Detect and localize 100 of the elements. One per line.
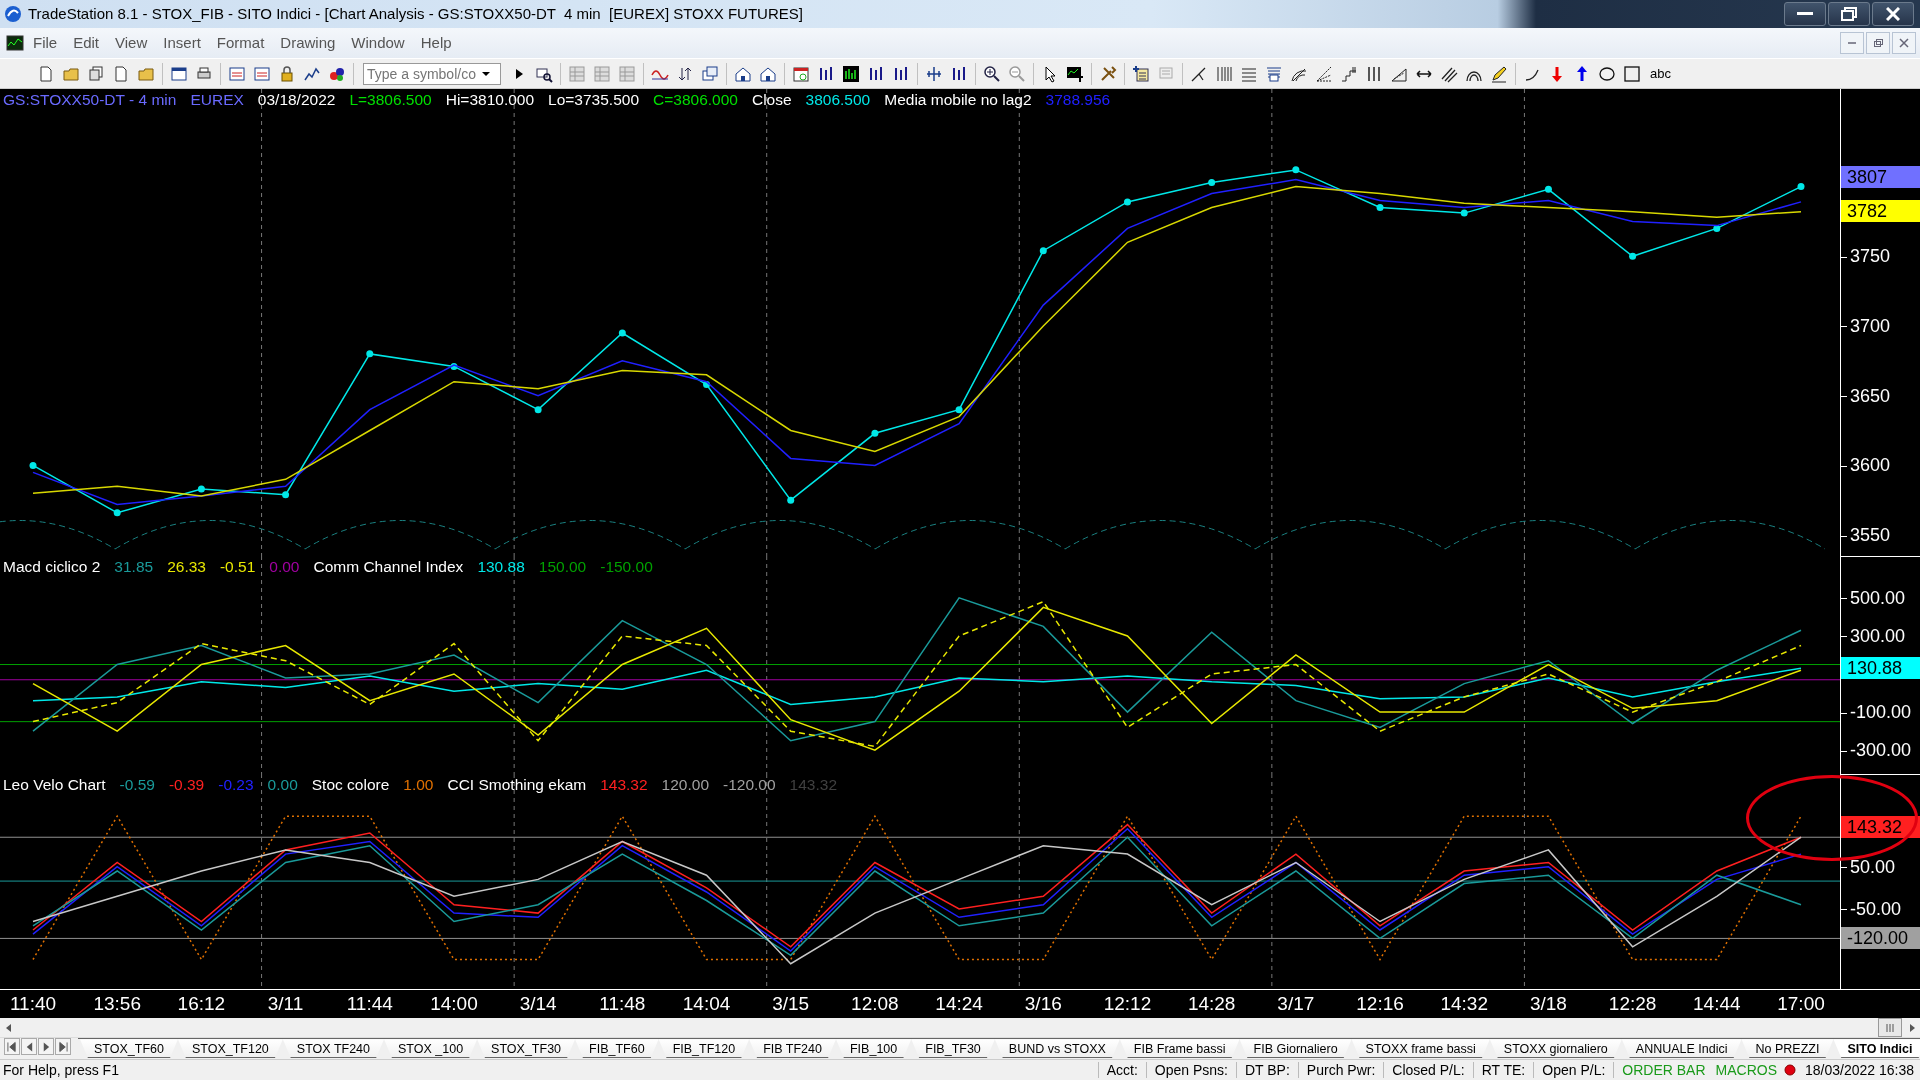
legend-text: 26.33	[167, 558, 206, 577]
bar-chart-icon[interactable]	[842, 64, 860, 83]
sheet-tab[interactable]: No PREZZI	[1741, 1039, 1834, 1059]
vertical-lines-icon[interactable]	[1215, 64, 1233, 83]
triple-lines-icon[interactable]	[1365, 64, 1383, 83]
symbol-field[interactable]: Type a symbol/co	[363, 62, 501, 85]
tools-icon[interactable]	[1099, 64, 1117, 83]
point	[534, 406, 542, 414]
time-label: 13:56	[93, 993, 141, 1016]
text-tool-button[interactable]: abc	[1646, 66, 1675, 82]
window-icon[interactable]	[170, 64, 188, 83]
point	[955, 406, 963, 414]
point	[282, 491, 290, 499]
maximize-button[interactable]	[1828, 1, 1870, 26]
time-label: 3/18	[1529, 993, 1567, 1016]
fan-lines-icon[interactable]	[1315, 64, 1333, 83]
legend-text: L=3806.500	[349, 91, 432, 110]
zoom-in-icon[interactable]	[983, 64, 1001, 83]
sheet-tab[interactable]: FIB TF240	[749, 1039, 836, 1059]
pages-icon[interactable]	[87, 64, 105, 83]
windows-icon[interactable]	[701, 64, 719, 83]
menu-item[interactable]: View	[108, 31, 155, 55]
sheet-tab[interactable]: FIB Frame bassi	[1119, 1039, 1240, 1059]
time-label: 14:24	[935, 993, 983, 1016]
bars-icon[interactable]	[867, 64, 885, 83]
sheet-tab[interactable]: FIB_100	[836, 1039, 912, 1059]
time-label: 12:16	[1356, 993, 1404, 1016]
sheet-tab[interactable]: STOX_TF120	[177, 1039, 283, 1059]
chart-text-icon[interactable]	[1066, 64, 1084, 83]
pencil-icon[interactable]	[1490, 64, 1508, 83]
restore-button[interactable]	[1866, 31, 1890, 54]
time-label: 12:12	[1103, 993, 1152, 1016]
rectangle-tool-icon[interactable]	[1623, 64, 1641, 83]
bars-icon[interactable]	[817, 64, 835, 83]
sheet-tab[interactable]: STOXX frame bassi	[1351, 1039, 1490, 1059]
date-time: 18/03/2022 16:38	[1804, 1062, 1915, 1079]
sheet-tab[interactable]: STOX _100	[384, 1039, 478, 1059]
ellipse-tool-icon[interactable]	[1598, 64, 1616, 83]
axis-label: 500.00	[1850, 587, 1906, 609]
fibonacci-icon[interactable]	[1265, 64, 1283, 83]
maximize-icon	[1841, 6, 1857, 21]
minimize-button[interactable]	[1784, 1, 1826, 26]
menu-item[interactable]: Insert	[156, 31, 208, 55]
time-label: 11:40	[9, 993, 57, 1016]
legend-text: EUREX	[190, 91, 244, 110]
menu-item[interactable]: Help	[413, 31, 459, 55]
sheet-tab[interactable]: STOX_TF30	[477, 1039, 576, 1059]
sheet-tab[interactable]: FIB_TF60	[575, 1039, 659, 1059]
sheet-tab[interactable]: STOX TF240	[282, 1039, 384, 1059]
sheet-tab[interactable]: ANNUALE Indici	[1621, 1039, 1742, 1059]
point	[1376, 204, 1384, 212]
sheet-tab[interactable]: STOXX giornaliero	[1489, 1039, 1622, 1059]
sheet-tab[interactable]: STOX_TF60	[80, 1039, 178, 1059]
previous-tab-button[interactable]	[21, 1038, 37, 1056]
step-lines-icon[interactable]	[1340, 64, 1358, 83]
menu-item[interactable]: Edit	[66, 31, 107, 55]
lock-icon[interactable]	[278, 64, 296, 83]
value-badge: 130.88	[1841, 657, 1920, 680]
document-icon[interactable]	[112, 64, 130, 83]
bars-icon[interactable]	[892, 64, 910, 83]
menu-item[interactable]: Format	[209, 31, 272, 55]
axis-label: -100.00	[1850, 701, 1912, 723]
legend-text: Close	[751, 91, 792, 110]
list-window-icon[interactable]	[228, 64, 246, 83]
legend-text: 31.85	[114, 558, 154, 577]
new-file-icon[interactable]	[37, 64, 55, 83]
close-icon	[1886, 6, 1900, 21]
calendar-icon[interactable]	[792, 64, 810, 83]
sheet-tab[interactable]: FIB_TF120	[658, 1039, 750, 1059]
menu-item[interactable]: Window	[344, 31, 412, 55]
last-tab-button[interactable]	[55, 1038, 71, 1056]
close-button[interactable]	[1872, 1, 1914, 26]
time-label: 17:00	[1777, 993, 1825, 1016]
add-list-icon[interactable]	[1132, 64, 1150, 83]
legend-text: 143.32	[789, 776, 837, 795]
crosshair-icon[interactable]	[925, 64, 943, 83]
point	[787, 497, 795, 505]
next-tab-button[interactable]	[38, 1038, 54, 1056]
scrollbar-thumb[interactable]	[1878, 1018, 1902, 1038]
menu-item[interactable]: File	[26, 31, 65, 55]
sheet-tab[interactable]: FIB Giornaliero	[1239, 1039, 1352, 1059]
time-label: 3/17	[1277, 993, 1315, 1016]
bars-icon[interactable]	[950, 64, 968, 83]
sheet-tab[interactable]: BUND vs STOXX	[994, 1039, 1120, 1059]
sheet-tab[interactable]: FIB_TF30	[911, 1039, 995, 1059]
menu-item[interactable]: Drawing	[273, 31, 343, 55]
axis-label: -50.00	[1850, 898, 1902, 920]
value-badge: -120.00	[1841, 927, 1920, 950]
next-arrow-icon	[41, 1040, 51, 1053]
sheet-tab[interactable]: SITO Indici	[1833, 1039, 1920, 1059]
value-badge: 3807	[1841, 166, 1920, 189]
point	[1208, 179, 1216, 187]
legend-text: GS:STOXX50-DT - 4 min	[3, 91, 177, 110]
time-label: 3/15	[772, 993, 810, 1016]
point	[113, 509, 121, 517]
zoom-out-icon[interactable]	[1008, 64, 1026, 83]
last-arrow-icon	[58, 1040, 68, 1053]
list-window-icon[interactable]	[253, 64, 271, 83]
time-label: 11:48	[599, 993, 646, 1016]
first-tab-button[interactable]	[4, 1038, 20, 1056]
